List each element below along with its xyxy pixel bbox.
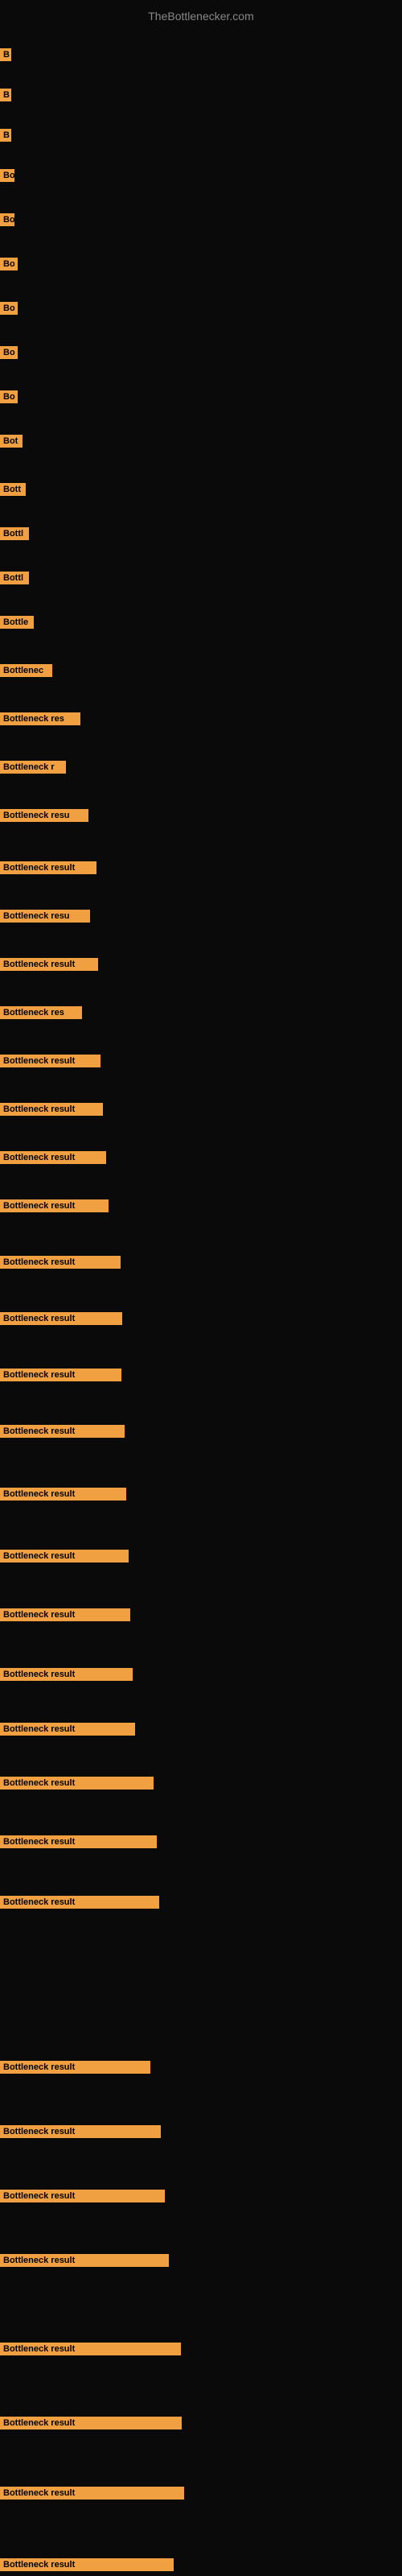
bar-row: Bottleneck res xyxy=(0,1006,82,1023)
bar-label: Bottleneck r xyxy=(0,761,66,774)
bar-row: Bottle xyxy=(0,616,34,633)
bar-row: Bottleneck result xyxy=(0,1835,157,1852)
bar-row: Bottleneck result xyxy=(0,1608,130,1625)
bar-label: Bo xyxy=(0,213,14,226)
bar-label: Bo xyxy=(0,346,18,359)
bar-label: Bottleneck result xyxy=(0,861,96,874)
bar-label: Bottle xyxy=(0,616,34,629)
bar-label: Bottleneck result xyxy=(0,2417,182,2429)
bar-row: Bottleneck result xyxy=(0,1256,121,1273)
bar-label: Bottleneck result xyxy=(0,1777,154,1790)
bar-label: Bottleneck result xyxy=(0,1055,100,1067)
bar-row: Bottlenec xyxy=(0,664,52,681)
bar-row: Bottleneck resu xyxy=(0,910,90,927)
bar-row: Bottl xyxy=(0,527,29,544)
bar-row: Bottleneck result xyxy=(0,1777,154,1794)
bar-row: Bo xyxy=(0,169,14,186)
bar-row: Bo xyxy=(0,213,14,230)
bar-row: Bott xyxy=(0,483,26,500)
bar-row: Bottleneck result xyxy=(0,861,96,878)
bar-row: Bottleneck result xyxy=(0,1199,109,1216)
bar-row: Bottleneck result xyxy=(0,2417,182,2434)
bar-label: Bottleneck result xyxy=(0,1199,109,1212)
bar-label: Bo xyxy=(0,258,18,270)
bar-label: Bottl xyxy=(0,572,29,584)
bar-row: Bottleneck result xyxy=(0,2190,165,2207)
bar-label: Bottleneck result xyxy=(0,1256,121,1269)
bar-row: Bottleneck result xyxy=(0,1723,135,1740)
bar-row: Bottleneck result xyxy=(0,2254,169,2271)
bar-label: Bottleneck resu xyxy=(0,910,90,923)
bar-row: Bottl xyxy=(0,572,29,588)
bar-row: B xyxy=(0,48,11,65)
bar-label: Bottleneck result xyxy=(0,1835,157,1848)
bar-label: Bo xyxy=(0,169,14,182)
bar-row: Bottleneck resu xyxy=(0,809,88,826)
bar-row: Bo xyxy=(0,302,18,319)
bar-row: Bottleneck result xyxy=(0,1550,129,1567)
bar-row: Bottleneck result xyxy=(0,1668,133,1685)
bar-label: Bottleneck res xyxy=(0,1006,82,1019)
bar-row: Bottleneck result xyxy=(0,1896,159,1913)
bar-row: Bottleneck result xyxy=(0,2558,174,2575)
bar-label: Bottleneck result xyxy=(0,2487,184,2500)
bar-label: Bott xyxy=(0,483,26,496)
bar-row: Bottleneck result xyxy=(0,1055,100,1071)
bar-label: Bottleneck result xyxy=(0,1550,129,1563)
bar-label: Bottleneck result xyxy=(0,2190,165,2202)
bar-label: B xyxy=(0,48,11,61)
bar-label: Bot xyxy=(0,435,23,448)
bar-label: Bottleneck result xyxy=(0,1608,130,1621)
bar-row: B xyxy=(0,89,11,105)
bar-label: Bottleneck result xyxy=(0,1103,103,1116)
bar-label: Bottleneck result xyxy=(0,2061,150,2074)
bar-label: B xyxy=(0,89,11,101)
bar-row: Bottleneck result xyxy=(0,2343,181,2359)
bar-row: Bottleneck result xyxy=(0,1151,106,1168)
bar-row: Bottleneck result xyxy=(0,2061,150,2078)
bar-label: Bottleneck res xyxy=(0,712,80,725)
bar-row: Bottleneck res xyxy=(0,712,80,729)
bar-label: Bo xyxy=(0,302,18,315)
bar-label: Bottleneck result xyxy=(0,1723,135,1736)
bar-row: Bot xyxy=(0,435,23,452)
bar-label: Bottleneck result xyxy=(0,2125,161,2138)
bar-label: Bottleneck result xyxy=(0,2254,169,2267)
bar-row: Bo xyxy=(0,346,18,363)
bar-label: B xyxy=(0,129,11,142)
bar-row: Bottleneck result xyxy=(0,2487,184,2504)
bar-label: Bottleneck result xyxy=(0,2343,181,2355)
bar-label: Bottleneck result xyxy=(0,958,98,971)
bar-row: Bo xyxy=(0,258,18,275)
bar-row: Bottleneck result xyxy=(0,1488,126,1505)
bar-row: Bottleneck result xyxy=(0,1103,103,1120)
bar-label: Bottleneck result xyxy=(0,2558,174,2571)
bar-row: Bottleneck result xyxy=(0,1425,125,1442)
bar-row: Bo xyxy=(0,390,18,407)
bar-row: Bottleneck result xyxy=(0,1312,122,1329)
bar-label: Bottleneck resu xyxy=(0,809,88,822)
bar-label: Bottleneck result xyxy=(0,1368,121,1381)
bar-label: Bottleneck result xyxy=(0,1425,125,1438)
bar-label: Bottleneck result xyxy=(0,1312,122,1325)
bar-label: Bottleneck result xyxy=(0,1896,159,1909)
bar-row: B xyxy=(0,129,11,146)
bar-row: Bottleneck r xyxy=(0,761,66,778)
bar-label: Bo xyxy=(0,390,18,403)
bar-label: Bottleneck result xyxy=(0,1151,106,1164)
bar-row: Bottleneck result xyxy=(0,958,98,975)
bar-label: Bottl xyxy=(0,527,29,540)
bar-row: Bottleneck result xyxy=(0,1368,121,1385)
bar-label: Bottlenec xyxy=(0,664,52,677)
site-title: TheBottlenecker.com xyxy=(0,3,402,29)
bar-row: Bottleneck result xyxy=(0,2125,161,2142)
bar-label: Bottleneck result xyxy=(0,1488,126,1501)
bar-label: Bottleneck result xyxy=(0,1668,133,1681)
